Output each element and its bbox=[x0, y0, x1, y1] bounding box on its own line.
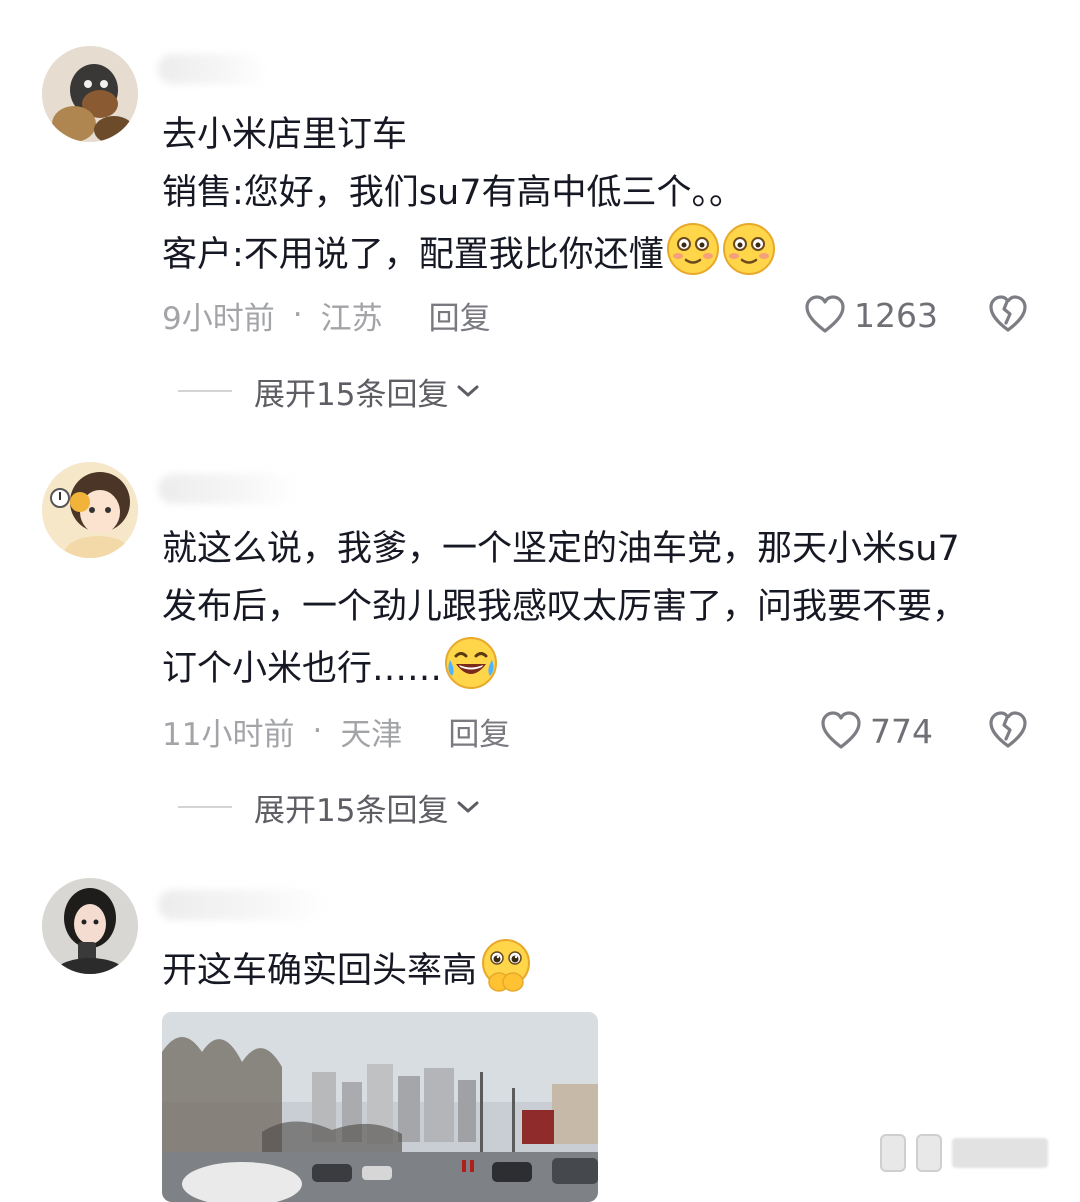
username[interactable] bbox=[158, 890, 328, 920]
divider-line bbox=[178, 390, 232, 392]
meta-separator: · bbox=[312, 713, 323, 749]
avatar[interactable] bbox=[42, 462, 138, 558]
platform-watermark bbox=[880, 1134, 1048, 1172]
expand-replies-label: 展开15条回复 bbox=[254, 376, 449, 413]
like-button[interactable]: 1263 bbox=[804, 290, 938, 340]
expand-replies-label: 展开15条回复 bbox=[254, 792, 449, 829]
like-button[interactable]: 774 bbox=[820, 706, 933, 756]
comment-body: 去小米店里订车 销售:您好，我们su7有高中低三个。。 客户:不用说了，配置我比… bbox=[162, 115, 744, 275]
comment-text: 去小米店里订车 销售:您好，我们su7有高中低三个。。 客户:不用说了，配置我比… bbox=[162, 106, 1042, 284]
chevron-down-icon bbox=[457, 385, 479, 397]
username[interactable] bbox=[158, 474, 298, 504]
chevron-down-icon bbox=[457, 801, 479, 813]
watermark-logo bbox=[880, 1134, 906, 1172]
pleading-hands-emoji bbox=[482, 939, 531, 992]
comment-body: 开这车确实回头率高 bbox=[162, 951, 478, 991]
divider-line bbox=[178, 806, 232, 808]
street-scene-image bbox=[162, 1012, 598, 1202]
like-count: 774 bbox=[870, 711, 933, 751]
broken-heart-icon bbox=[989, 295, 1027, 332]
dislike-button[interactable] bbox=[988, 290, 1032, 340]
meta-separator: · bbox=[292, 297, 303, 333]
avatar-image bbox=[42, 878, 138, 974]
comment-photo[interactable] bbox=[162, 1012, 598, 1202]
avatar[interactable] bbox=[42, 878, 138, 974]
watermark-text bbox=[952, 1138, 1048, 1168]
reply-button[interactable]: 回复 bbox=[448, 709, 510, 754]
avatar-image bbox=[42, 462, 138, 558]
like-count: 1263 bbox=[854, 295, 938, 335]
laughing-crying-emoji bbox=[445, 637, 498, 689]
comment-text: 就这么说，我爹，一个坚定的油车党，那天小米su7 发布后，一个劲儿跟我感叹太厉害… bbox=[162, 520, 1042, 698]
heart-icon bbox=[821, 711, 861, 749]
smiling-blush-emoji bbox=[666, 223, 719, 275]
dislike-button[interactable] bbox=[988, 706, 1032, 756]
avatar[interactable] bbox=[42, 46, 138, 142]
heart-icon bbox=[805, 295, 845, 333]
comment-meta: 11小时前 · 天津 回复 bbox=[162, 706, 510, 756]
comment-meta: 9小时前 · 江苏 回复 bbox=[162, 290, 491, 340]
comment-time: 11小时前 bbox=[162, 716, 295, 753]
comment-location: 天津 bbox=[340, 716, 403, 753]
reply-button[interactable]: 回复 bbox=[429, 293, 491, 338]
comment-location: 江苏 bbox=[320, 300, 383, 337]
comment-time: 9小时前 bbox=[162, 300, 275, 337]
expand-replies-button[interactable]: 展开15条回复 bbox=[178, 366, 480, 416]
username[interactable] bbox=[158, 54, 268, 84]
comment-body: 就这么说，我爹，一个坚定的油车党，那天小米su7 发布后，一个劲儿跟我感叹太厉害… bbox=[162, 529, 968, 689]
smiling-blush-emoji bbox=[722, 223, 775, 275]
broken-heart-icon bbox=[989, 711, 1027, 748]
avatar-image bbox=[42, 46, 138, 142]
comment-text: 开这车确实回头率高 bbox=[162, 938, 1042, 1000]
watermark-logo bbox=[916, 1134, 942, 1172]
expand-replies-button[interactable]: 展开15条回复 bbox=[178, 782, 480, 832]
